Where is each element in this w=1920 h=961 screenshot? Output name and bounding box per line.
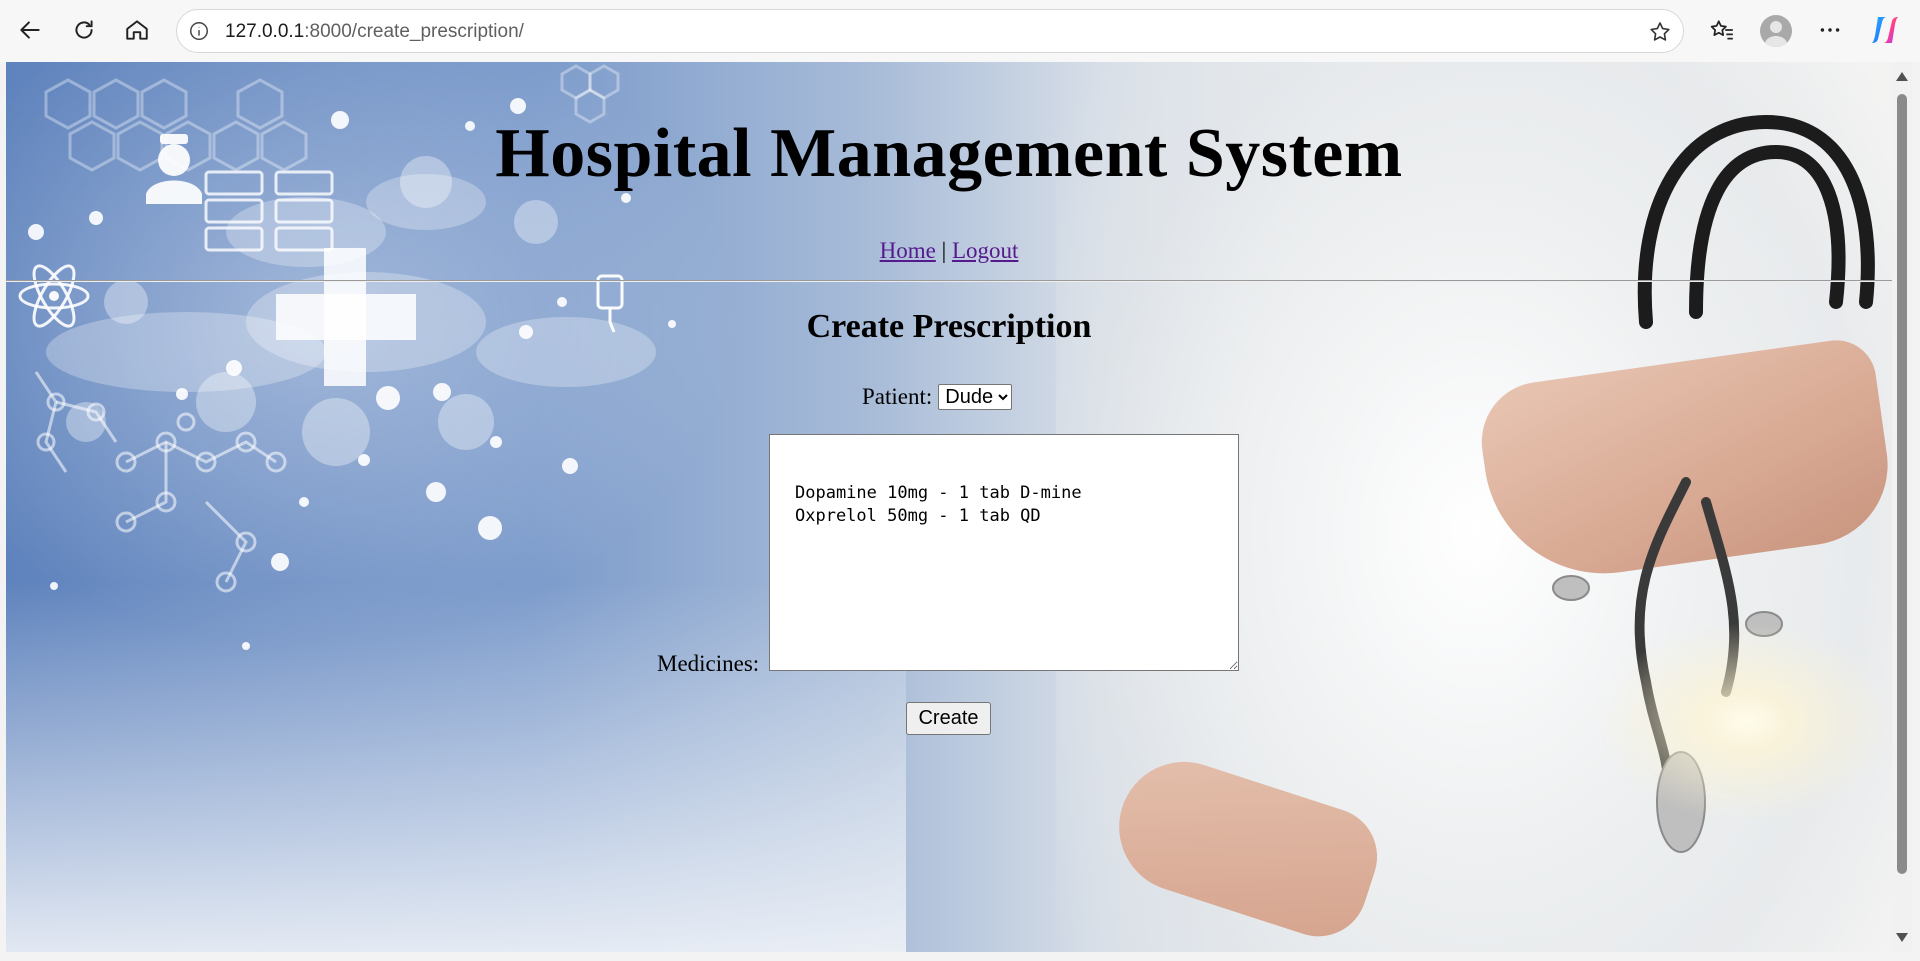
nav-links: Home | Logout [6, 238, 1892, 264]
patient-select[interactable]: Dude [938, 384, 1013, 410]
form-heading: Create Prescription [806, 308, 1092, 345]
url-host: 127.0.0.1 [225, 21, 305, 42]
address-bar[interactable]: 127.0.0.1:8000/create_prescription/ [176, 9, 1684, 53]
nav-separator: | [941, 238, 947, 263]
page-content: Hospital Management System Home | Logout… [6, 62, 1892, 952]
create-button[interactable]: Create [906, 702, 991, 735]
window-bottom-edge [0, 952, 1920, 961]
more-button[interactable] [1814, 14, 1846, 46]
more-menu-icon [1820, 28, 1840, 32]
back-button[interactable] [14, 14, 46, 46]
favorite-button[interactable] [1647, 19, 1673, 45]
patient-label: Patient: [862, 384, 933, 409]
page-scrollbar[interactable] [1892, 62, 1912, 952]
profile-button[interactable] [1760, 15, 1792, 47]
horizontal-rule [6, 280, 1892, 282]
site-info-button[interactable] [187, 19, 211, 43]
home-link[interactable]: Home [880, 238, 936, 263]
profile-avatar-icon [1765, 21, 1787, 47]
page-title: Hospital Management System [495, 115, 1403, 192]
browser-toolbar: 127.0.0.1:8000/create_prescription/ [0, 0, 1920, 62]
scroll-down-arrow-icon[interactable] [1896, 933, 1908, 942]
home-icon [126, 20, 148, 40]
site-info-icon [190, 22, 208, 40]
medicines-textarea[interactable]: Dopamine 10mg - 1 tab D-mine Oxprelol 50… [769, 434, 1239, 671]
scroll-up-arrow-icon[interactable] [1896, 72, 1908, 81]
patient-row: Patient: Dude [862, 384, 1013, 410]
copilot-icon [1872, 17, 1898, 43]
logout-link[interactable]: Logout [952, 238, 1018, 263]
reload-icon [75, 20, 93, 39]
back-arrow-icon [20, 21, 40, 39]
favorites-button[interactable] [1706, 14, 1738, 46]
home-button[interactable] [121, 14, 153, 46]
favorite-star-icon [1650, 22, 1670, 41]
reload-button[interactable] [68, 14, 100, 46]
scroll-thumb[interactable] [1897, 94, 1907, 874]
copilot-button[interactable] [1868, 13, 1902, 47]
url-path: :8000/create_prescription/ [304, 21, 524, 42]
favorites-list-icon [1710, 20, 1733, 40]
page-viewport: Hospital Management System Home | Logout… [6, 62, 1892, 952]
url-text[interactable]: 127.0.0.1:8000/create_prescription/ [225, 21, 524, 43]
medicines-label: Medicines: [657, 651, 760, 676]
